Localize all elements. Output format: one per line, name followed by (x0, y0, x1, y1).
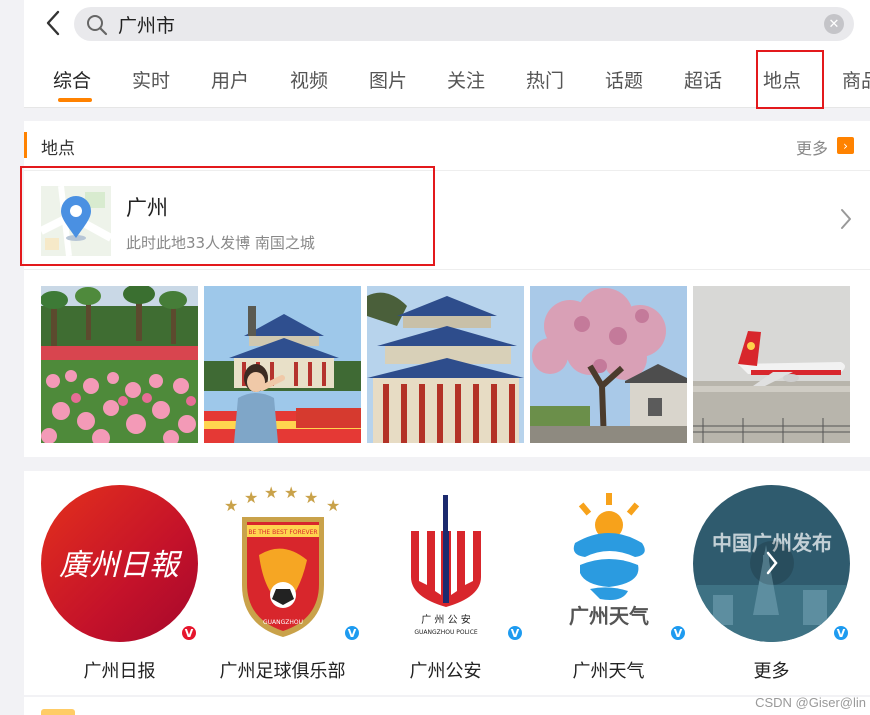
photo-memorial-hall[interactable] (367, 286, 524, 443)
tab-products[interactable]: 商品 (842, 66, 870, 93)
search-header: ✕ 综合 实时 用户 视频 图片 关注 热门 话题 超话 地点 商品 (24, 0, 870, 109)
photo-memorial-hall-visitor[interactable] (204, 286, 361, 443)
close-icon: ✕ (828, 16, 840, 32)
svg-text:GUANGZHOU: GUANGZHOU (263, 619, 303, 626)
tab-following[interactable]: 关注 (447, 66, 485, 93)
account-guangzhou-weather[interactable]: 广州天气 V 广州天气 (530, 485, 690, 685)
account-guangzhou-fc[interactable]: ★ ★ ★ ★ ★ ★ BE THE BEST FOREVER GUANGZHOU V 广… (204, 485, 364, 685)
place-description: 此时此地33人发博 南国之城 (126, 234, 315, 252)
place-name: 广州 (126, 196, 168, 220)
watermark: CSDN @Giser@lin (755, 695, 866, 710)
next-section-peek (24, 697, 870, 715)
tab-super-topics[interactable]: 超话 (684, 66, 722, 93)
svg-text:BE THE BEST FOREVER: BE THE BEST FOREVER (248, 529, 317, 536)
photo-flower-garden[interactable] (41, 286, 198, 443)
account-name: 广州天气 (572, 661, 645, 682)
verified-badge: V (669, 624, 687, 642)
section-marker (24, 132, 27, 158)
map-pin-icon (41, 186, 111, 256)
svg-text:廣州日報: 廣州日報 (59, 548, 183, 583)
svg-text:广 州 公 安: 广 州 公 安 (421, 613, 471, 626)
svg-text:GUANGZHOU POLICE: GUANGZHOU POLICE (414, 629, 478, 636)
section-chip (41, 709, 75, 715)
tab-realtime[interactable]: 实时 (132, 66, 170, 93)
search-bar: ✕ (74, 7, 854, 41)
account-guangzhou-police[interactable]: 广 州 公 安 GUANGZHOU POLICE V 广州公安 (367, 485, 527, 685)
verified-badge: V (343, 624, 361, 642)
tab-videos[interactable]: 视频 (290, 66, 328, 93)
photo-airplane[interactable] (693, 286, 850, 443)
verified-badge: V (832, 624, 850, 642)
svg-text:广州天气: 广州天气 (569, 604, 649, 628)
photo-blossom-tree[interactable] (530, 286, 687, 443)
svg-text:★: ★ (304, 488, 318, 507)
account-guangzhou-daily[interactable]: 廣州日報 V 广州日报 (41, 485, 201, 685)
place-result-guangzhou[interactable]: 广州 此时此地33人发博 南国之城 (24, 172, 870, 270)
more-accounts-button[interactable]: 中国广州发布 V 更多 (693, 485, 853, 685)
tab-users[interactable]: 用户 (211, 66, 249, 93)
tab-hot[interactable]: 热门 (526, 66, 564, 93)
avatar: 廣州日報 (41, 485, 198, 642)
clear-search-button[interactable]: ✕ (824, 14, 844, 34)
tab-bar: 综合 实时 用户 视频 图片 关注 热门 话题 超话 地点 商品 (24, 54, 870, 108)
account-name: 更多 (753, 661, 790, 682)
search-input[interactable] (118, 11, 798, 37)
verified-badge: V (180, 624, 198, 642)
svg-text:★: ★ (264, 485, 278, 502)
avatar: 中国广州发布 (693, 485, 850, 642)
account-name: 广州公安 (409, 661, 482, 682)
more-link[interactable]: 更多 (796, 135, 828, 159)
chevron-right-icon[interactable]: › (837, 137, 854, 154)
avatar: ★ ★ ★ ★ ★ ★ BE THE BEST FOREVER GUANGZHOU (204, 485, 361, 642)
account-name: 广州日报 (83, 661, 156, 682)
tab-comprehensive[interactable]: 综合 (53, 66, 91, 93)
tab-pictures[interactable]: 图片 (369, 66, 407, 93)
active-tab-indicator (58, 98, 92, 102)
svg-text:★: ★ (224, 496, 238, 515)
related-accounts: 廣州日報 V 广州日报 ★ ★ ★ ★ ★ ★ BE THE BEST FOREVER (24, 471, 870, 695)
account-name: 广州足球俱乐部 (219, 661, 346, 682)
avatar: 广 州 公 安 GUANGZHOU POLICE (367, 485, 524, 642)
svg-text:★: ★ (244, 488, 258, 507)
verified-badge: V (506, 624, 524, 642)
chevron-left-icon (46, 10, 60, 36)
back-button[interactable] (40, 8, 66, 38)
chevron-right-icon (841, 209, 851, 229)
section-title: 地点 (41, 139, 75, 159)
svg-text:★: ★ (284, 485, 298, 502)
svg-text:★: ★ (326, 496, 340, 515)
place-section: 地点 更多 › 广州 此时此地33人发博 南国之城 (20, 121, 870, 457)
place-section-header: 地点 更多 › (24, 121, 870, 171)
tab-topics[interactable]: 话题 (605, 66, 643, 93)
place-photo-strip (41, 286, 853, 443)
search-icon (87, 15, 108, 36)
tab-places[interactable]: 地点 (763, 66, 801, 93)
avatar: 广州天气 (530, 485, 687, 642)
